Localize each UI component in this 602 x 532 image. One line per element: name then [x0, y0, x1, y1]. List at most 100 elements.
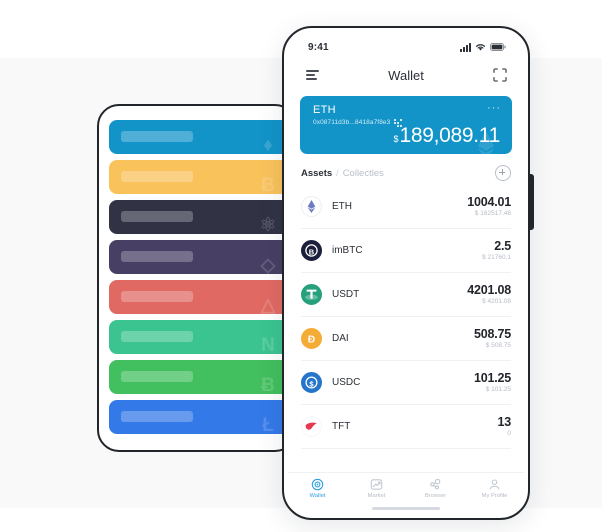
skeleton-card[interactable]: Ł	[109, 400, 289, 434]
asset-fiat-value: $ 508.75	[485, 341, 511, 349]
browser-nodes-icon	[430, 478, 441, 490]
skeleton-card[interactable]: △	[109, 280, 289, 314]
page-title: Wallet	[388, 67, 424, 83]
balance-card-address-row: 0x08711d3b...8418a7f8e3	[313, 119, 402, 127]
menu-button[interactable]	[302, 65, 322, 85]
tether-icon	[301, 284, 322, 305]
asset-values: 101.25 $ 101.25	[474, 371, 511, 395]
asset-name: USDT	[332, 289, 360, 300]
skeleton-placeholder-bar	[121, 371, 193, 382]
nav-item-my-profile[interactable]: My Profile	[465, 478, 524, 499]
total-balance-amount: 189,089.11	[399, 124, 500, 147]
asset-name: imBTC	[332, 245, 363, 256]
asset-name: ETH	[332, 201, 352, 212]
back-phone-frame: ♦ Ƀ ⚛ ◇ △ N Ƀ Ł	[97, 104, 297, 452]
skeleton-placeholder-bar	[121, 171, 193, 182]
bitcoin-cash-icon: Ƀ	[261, 374, 275, 395]
dai-icon: Đ	[301, 328, 322, 349]
asset-values: 2.5 $ 21760.1	[482, 239, 511, 263]
nav-item-browser[interactable]: Browser	[406, 478, 465, 499]
balance-amount-row: $ 189,089.11	[393, 124, 500, 148]
more-options-icon[interactable]: ···	[487, 103, 501, 114]
svg-text:Đ: Đ	[308, 334, 315, 345]
nav-item-wallet[interactable]: Wallet	[288, 478, 347, 499]
status-bar-icons	[460, 42, 506, 52]
nav-item-label: My Profile	[481, 493, 508, 499]
asset-fiat-value: $ 101.25	[485, 385, 511, 393]
ethereum-icon: ♦	[263, 134, 273, 155]
cosmos-atom-icon: ⚛	[259, 214, 277, 235]
skeleton-placeholder-bar	[121, 331, 193, 342]
nano-icon: N	[261, 334, 275, 355]
front-phone-wrapper: 9:41 Wallet ETH 0x08711d3b...8418a7f8e3 …	[282, 26, 534, 520]
front-phone-frame: 9:41 Wallet ETH 0x08711d3b...8418a7f8e3 …	[282, 26, 530, 520]
nav-item-label: Wallet	[309, 493, 326, 499]
app-header: Wallet	[288, 58, 524, 92]
cellular-signal-icon	[460, 42, 471, 52]
nav-item-label: Browser	[424, 493, 447, 499]
skeleton-card[interactable]: ◇	[109, 240, 289, 274]
currency-symbol: $	[393, 134, 399, 144]
skeleton-placeholder-bar	[121, 291, 193, 302]
scan-button[interactable]	[490, 65, 510, 85]
nav-item-label: Market	[367, 493, 386, 499]
tab-assets[interactable]: Assets	[301, 168, 332, 179]
market-chart-icon	[370, 479, 383, 490]
add-asset-icon[interactable]	[495, 165, 511, 181]
home-indicator	[372, 507, 440, 510]
asset-fiat-value: 0	[507, 429, 511, 437]
skeleton-card[interactable]: Ƀ	[109, 360, 289, 394]
status-bar-time: 9:41	[308, 41, 329, 53]
tab-separator: /	[336, 167, 339, 178]
asset-fiat-value: $ 4201.08	[482, 297, 511, 305]
usdc-icon: $	[301, 372, 322, 393]
asset-row[interactable]: TFT 13 0	[301, 405, 511, 449]
asset-name: TFT	[332, 421, 351, 432]
skeleton-card-list: ♦ Ƀ ⚛ ◇ △ N Ƀ Ł	[109, 120, 295, 440]
asset-name: DAI	[332, 333, 349, 344]
asset-row[interactable]: BimBTC 2.5 $ 21760.1	[301, 229, 511, 273]
nav-item-market[interactable]: Market	[347, 478, 406, 499]
wallet-icon	[311, 478, 324, 491]
skeleton-card[interactable]: ♦	[109, 120, 289, 154]
tron-icon: △	[260, 294, 276, 315]
asset-fiat-value: $ 21760.1	[482, 253, 511, 261]
assets-tab-row: Assets / Collectles	[301, 164, 511, 182]
svg-text:B: B	[309, 247, 315, 256]
status-bar: 9:41	[288, 32, 524, 58]
asset-row[interactable]: Đ DAI 508.75 $ 508.75	[301, 317, 511, 361]
asset-row[interactable]: ETH 1004.01 $ 162517.48	[301, 185, 511, 229]
asset-amount: 13	[497, 414, 511, 429]
asset-row[interactable]: $ USDC 101.25 $ 101.25	[301, 361, 511, 405]
wifi-icon	[475, 43, 486, 51]
skeleton-placeholder-bar	[121, 251, 193, 262]
hamburger-menu-icon	[305, 70, 319, 80]
skeleton-card[interactable]: ⚛	[109, 200, 289, 234]
user-profile-icon	[489, 479, 500, 490]
asset-row[interactable]: USDT 4201.08 $ 4201.08	[301, 273, 511, 317]
tab-collectibles[interactable]: Collectles	[343, 168, 384, 179]
asset-amount: 2.5	[494, 238, 511, 253]
asset-list: ETH 1004.01 $ 162517.48 BimBTC 2.5 $ 21760.1 U…	[288, 185, 524, 449]
skeleton-card[interactable]: Ƀ	[109, 160, 289, 194]
asset-amount: 101.25	[473, 370, 511, 385]
asset-amount: 508.75	[473, 326, 511, 341]
scan-qr-icon	[493, 68, 507, 82]
skeleton-placeholder-bar	[121, 211, 193, 222]
skeleton-placeholder-bar	[121, 131, 193, 142]
asset-amount: 4201.08	[467, 282, 511, 297]
wallet-address: 0x08711d3b...8418a7f8e3	[313, 119, 391, 127]
bitcoin-icon: Ƀ	[261, 174, 275, 195]
eos-icon: ◇	[260, 254, 276, 275]
phone-screen: 9:41 Wallet ETH 0x08711d3b...8418a7f8e3 …	[288, 32, 524, 514]
tft-icon	[301, 416, 322, 437]
wallet-balance-card[interactable]: ETH 0x08711d3b...8418a7f8e3 ··· $ 189,08…	[300, 96, 512, 154]
power-button[interactable]	[530, 174, 534, 230]
skeleton-card[interactable]: N	[109, 320, 289, 354]
balance-card-symbol: ETH	[313, 104, 336, 116]
asset-values: 13 0	[497, 415, 511, 439]
asset-name: USDC	[332, 377, 361, 388]
asset-values: 4201.08 $ 4201.08	[467, 283, 511, 307]
battery-icon	[490, 43, 506, 51]
ethereum-icon	[301, 196, 322, 217]
